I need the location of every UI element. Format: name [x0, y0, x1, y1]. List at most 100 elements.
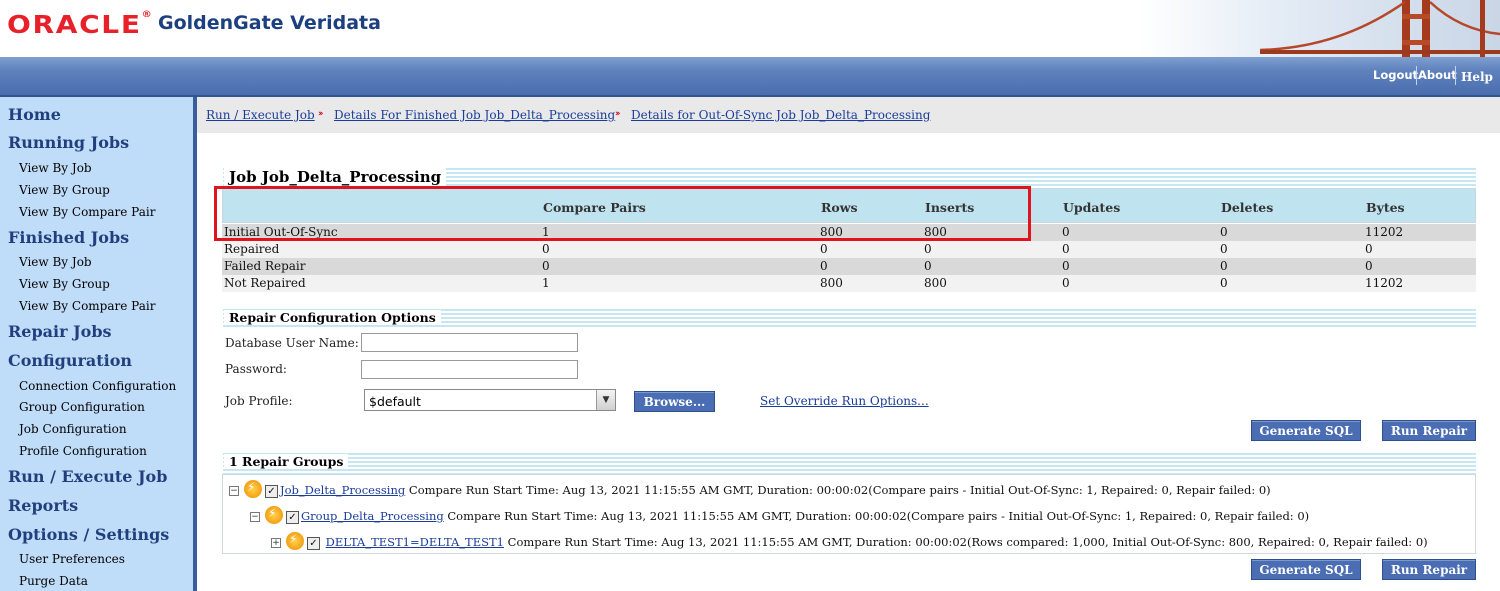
- table-cell: 0: [1062, 225, 1070, 239]
- table-cell: 0: [820, 259, 828, 273]
- top-nav-bar: [0, 57, 1500, 97]
- table-cell: 0: [924, 259, 932, 273]
- table-row: Initial Out-Of-Sync 1 800 800 0 0 11202: [222, 224, 1476, 241]
- header-banner: ORACLE® GoldenGate Veridata: [0, 0, 1500, 57]
- table-cell: 1: [542, 276, 550, 290]
- breadcrumb-run-execute-job[interactable]: Run / Execute Job: [206, 108, 315, 122]
- job-profile-label: Job Profile:: [225, 394, 293, 408]
- job-profile-value: $default: [369, 394, 421, 409]
- table-cell: 11202: [1365, 276, 1404, 290]
- sidebar-options-settings[interactable]: Options / Settings: [8, 525, 169, 544]
- node-details: Compare Run Start Time: Aug 13, 2021 11:…: [405, 483, 1271, 497]
- node-checkbox[interactable]: ✓: [286, 510, 299, 524]
- tree-node-job: − ✓Job_Delta_Processing Compare Run Start…: [229, 480, 1271, 500]
- job-profile-select[interactable]: $default ▼: [364, 389, 616, 411]
- logout-link[interactable]: Logout: [1373, 68, 1418, 82]
- table-cell: 1: [542, 225, 550, 239]
- repair-groups-title: 1 Repair Groups: [224, 454, 349, 469]
- table-cell: Failed Repair: [224, 259, 306, 273]
- sidebar-item-user-preferences[interactable]: User Preferences: [19, 552, 125, 566]
- table-cell: 0: [1220, 225, 1228, 239]
- sidebar-item-running-view-by-compare-pair[interactable]: View By Compare Pair: [19, 205, 155, 219]
- sync-status-icon: [265, 506, 283, 524]
- bridge-banner-image: [1140, 0, 1500, 57]
- table-cell: Repaired: [224, 242, 280, 256]
- sidebar-item-finished-view-by-compare-pair[interactable]: View By Compare Pair: [19, 299, 155, 313]
- sidebar-item-finished-view-by-job[interactable]: View By Job: [19, 255, 92, 269]
- repair-config-title: Repair Configuration Options: [224, 310, 441, 325]
- sidebar-finished-jobs[interactable]: Finished Jobs: [8, 228, 129, 247]
- table-row: Failed Repair 0 0 0 0 0 0: [222, 258, 1476, 275]
- generate-sql-button-bottom[interactable]: Generate SQL: [1251, 559, 1361, 580]
- group-link[interactable]: Group_Delta_Processing: [301, 509, 444, 523]
- table-cell: 800: [924, 276, 947, 290]
- db-user-input[interactable]: [361, 333, 578, 352]
- table-cell: 800: [820, 276, 843, 290]
- sidebar-running-jobs[interactable]: Running Jobs: [8, 133, 129, 152]
- sidebar-repair-jobs[interactable]: Repair Jobs: [8, 322, 112, 341]
- expand-icon[interactable]: +: [271, 538, 281, 548]
- table-cell: 0: [1220, 242, 1228, 256]
- table-cell: 0: [1365, 259, 1373, 273]
- db-user-label: Database User Name:: [225, 336, 359, 350]
- table-cell: 0: [1062, 276, 1070, 290]
- password-label: Password:: [225, 362, 287, 376]
- column-header-updates: Updates: [1063, 200, 1121, 215]
- table-cell: 0: [1062, 242, 1070, 256]
- collapse-icon[interactable]: −: [250, 512, 260, 522]
- nav-separator: [1455, 66, 1456, 85]
- sidebar-item-profile-configuration[interactable]: Profile Configuration: [19, 444, 147, 458]
- breadcrumb-finished-job[interactable]: Details For Finished Job Job_Delta_Proce…: [334, 108, 615, 122]
- table-cell: 11202: [1365, 225, 1404, 239]
- sidebar-configuration[interactable]: Configuration: [8, 351, 132, 370]
- collapse-icon[interactable]: −: [229, 486, 239, 496]
- table-cell: 0: [542, 242, 550, 256]
- sidebar-item-group-configuration[interactable]: Group Configuration: [19, 400, 145, 414]
- run-repair-button[interactable]: Run Repair: [1382, 420, 1476, 441]
- node-checkbox[interactable]: ✓: [307, 536, 320, 550]
- table-cell: 0: [1220, 276, 1228, 290]
- sidebar-item-purge-data[interactable]: Purge Data: [19, 574, 88, 588]
- tree-node-group: − ✓Group_Delta_Processing Compare Run Sta…: [250, 506, 1310, 526]
- table-cell: 800: [924, 225, 947, 239]
- sidebar-item-running-view-by-group[interactable]: View By Group: [19, 183, 110, 197]
- compare-pair-link[interactable]: DELTA_TEST1=DELTA_TEST1: [326, 535, 504, 549]
- run-repair-button-bottom[interactable]: Run Repair: [1382, 559, 1476, 580]
- table-cell: 0: [1062, 259, 1070, 273]
- node-details: Compare Run Start Time: Aug 13, 2021 11:…: [443, 509, 1310, 523]
- sidebar-item-running-view-by-job[interactable]: View By Job: [19, 161, 92, 175]
- breadcrumb-separator-icon: ››: [318, 109, 324, 119]
- set-override-run-options-link[interactable]: Set Override Run Options...: [760, 394, 929, 408]
- column-header-compare-pairs: Compare Pairs: [543, 200, 646, 215]
- sidebar-run-execute-job[interactable]: Run / Execute Job: [8, 467, 167, 486]
- chevron-down-icon[interactable]: ▼: [596, 390, 615, 410]
- table-cell: 0: [1220, 259, 1228, 273]
- breadcrumb-out-of-sync-job[interactable]: Details for Out-Of-Sync Job Job_Delta_Pr…: [631, 108, 930, 122]
- brand-text: ORACLE: [7, 10, 142, 39]
- job-link[interactable]: Job_Delta_Processing: [280, 483, 405, 497]
- sidebar-item-job-configuration[interactable]: Job Configuration: [19, 422, 127, 436]
- summary-title: Job Job_Delta_Processing: [224, 168, 447, 186]
- sidebar-home[interactable]: Home: [8, 105, 61, 124]
- column-header-bytes: Bytes: [1366, 200, 1405, 215]
- sidebar-item-finished-view-by-group[interactable]: View By Group: [19, 277, 110, 291]
- node-checkbox[interactable]: ✓: [265, 484, 278, 498]
- table-cell: 0: [1365, 242, 1373, 256]
- breadcrumb-separator-icon: ››: [615, 109, 621, 119]
- table-cell: 0: [924, 242, 932, 256]
- generate-sql-button[interactable]: Generate SQL: [1251, 420, 1361, 441]
- sync-status-icon: [286, 532, 304, 550]
- oracle-logo: ORACLE®: [7, 10, 152, 39]
- repair-groups-section-header: [223, 451, 1476, 474]
- sync-status-icon: [244, 480, 262, 498]
- sidebar-reports[interactable]: Reports: [8, 496, 78, 515]
- sidebar-item-connection-configuration[interactable]: Connection Configuration: [19, 379, 176, 393]
- product-name: GoldenGate Veridata: [158, 12, 381, 34]
- about-link[interactable]: About: [1418, 68, 1457, 82]
- browse-button[interactable]: Browse...: [634, 391, 715, 412]
- summary-table-header: Compare Pairs Rows Inserts Updates Delet…: [222, 188, 1476, 223]
- column-header-inserts: Inserts: [925, 200, 975, 215]
- password-input[interactable]: [361, 360, 578, 379]
- help-link[interactable]: Help: [1461, 70, 1493, 84]
- table-cell: 0: [820, 242, 828, 256]
